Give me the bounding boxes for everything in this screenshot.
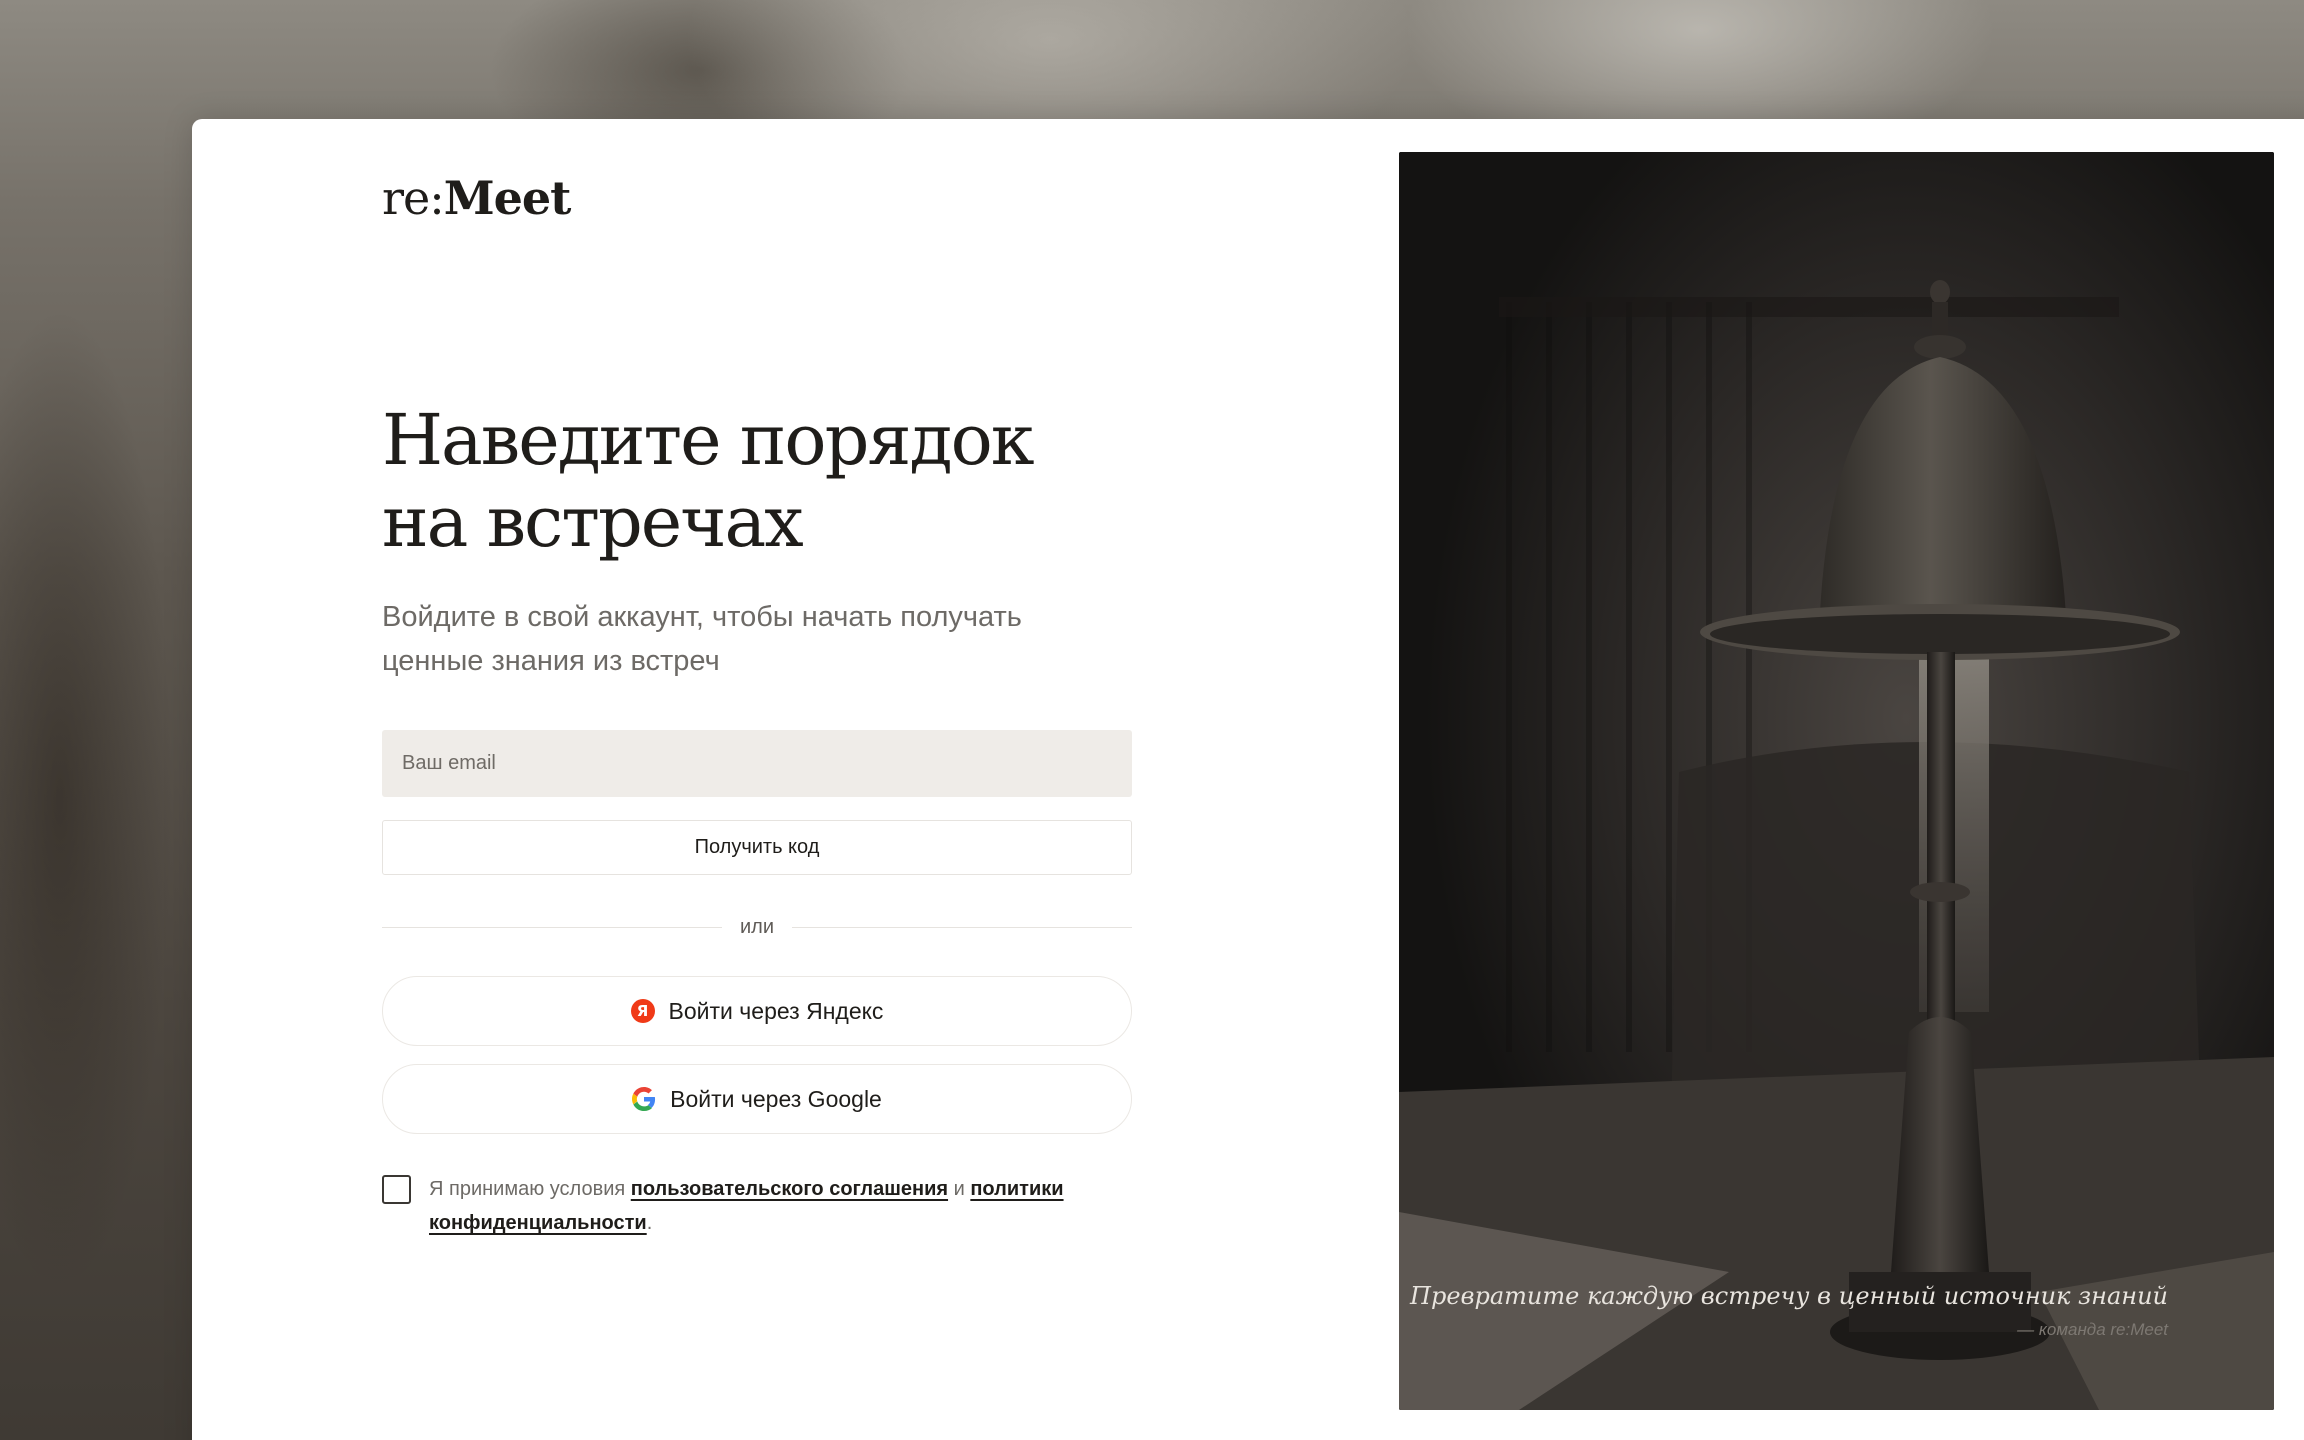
or-divider: или	[382, 913, 1133, 941]
hero-photo	[1399, 152, 2274, 1410]
yandex-login-label: Войти через Яндекс	[668, 997, 884, 1024]
app-logo: re:Meet	[382, 171, 572, 225]
logo-name: Meet	[443, 171, 572, 225]
consent-text-before: Я принимаю условия	[429, 1178, 631, 1200]
headline-line-2: на встречах	[382, 481, 804, 563]
yandex-login-button[interactable]: Я Войти через Яндекс	[382, 976, 1132, 1046]
google-login-button[interactable]: Войти через Google	[382, 1064, 1132, 1134]
privacy-link-part1[interactable]: политики	[970, 1178, 1063, 1200]
logo-prefix: re:	[382, 171, 445, 225]
divider-line-right	[792, 926, 1133, 928]
privacy-link-part2[interactable]: конфиденциальности	[429, 1212, 647, 1234]
consent-text: Я принимаю условия пользовательского сог…	[429, 1172, 1129, 1240]
google-login-label: Войти через Google	[670, 1085, 882, 1112]
consent-text-middle: и	[948, 1178, 971, 1200]
page-headline: Наведите порядок на встречах	[382, 399, 1142, 563]
divider-line-left	[382, 926, 722, 928]
get-code-button[interactable]: Получить код	[382, 820, 1132, 875]
headline-line-1: Наведите порядок	[382, 399, 1035, 481]
subtitle-line-1: Войдите в свой аккаунт, чтобы начать пол…	[382, 601, 1022, 633]
quote-text: Превратите каждую встречу в ценный источ…	[1410, 1282, 2168, 1310]
terms-link[interactable]: пользовательского соглашения	[631, 1178, 948, 1200]
photo-quote: Превратите каждую встречу в ценный источ…	[1410, 1282, 2168, 1340]
consent-text-end: .	[646, 1212, 653, 1234]
divider-text: или	[740, 915, 775, 938]
google-logo-icon	[632, 1087, 656, 1111]
quote-author: — команда re:Meet	[2017, 1320, 2168, 1339]
lamp-illustration	[1399, 152, 2274, 1410]
yandex-logo-icon: Я	[630, 999, 655, 1023]
page-subtitle: Войдите в свой аккаунт, чтобы начать пол…	[382, 595, 1142, 683]
subtitle-line-2: ценные знания из встреч	[382, 645, 720, 677]
consent-checkbox[interactable]	[382, 1175, 411, 1204]
email-field[interactable]	[382, 730, 1132, 797]
